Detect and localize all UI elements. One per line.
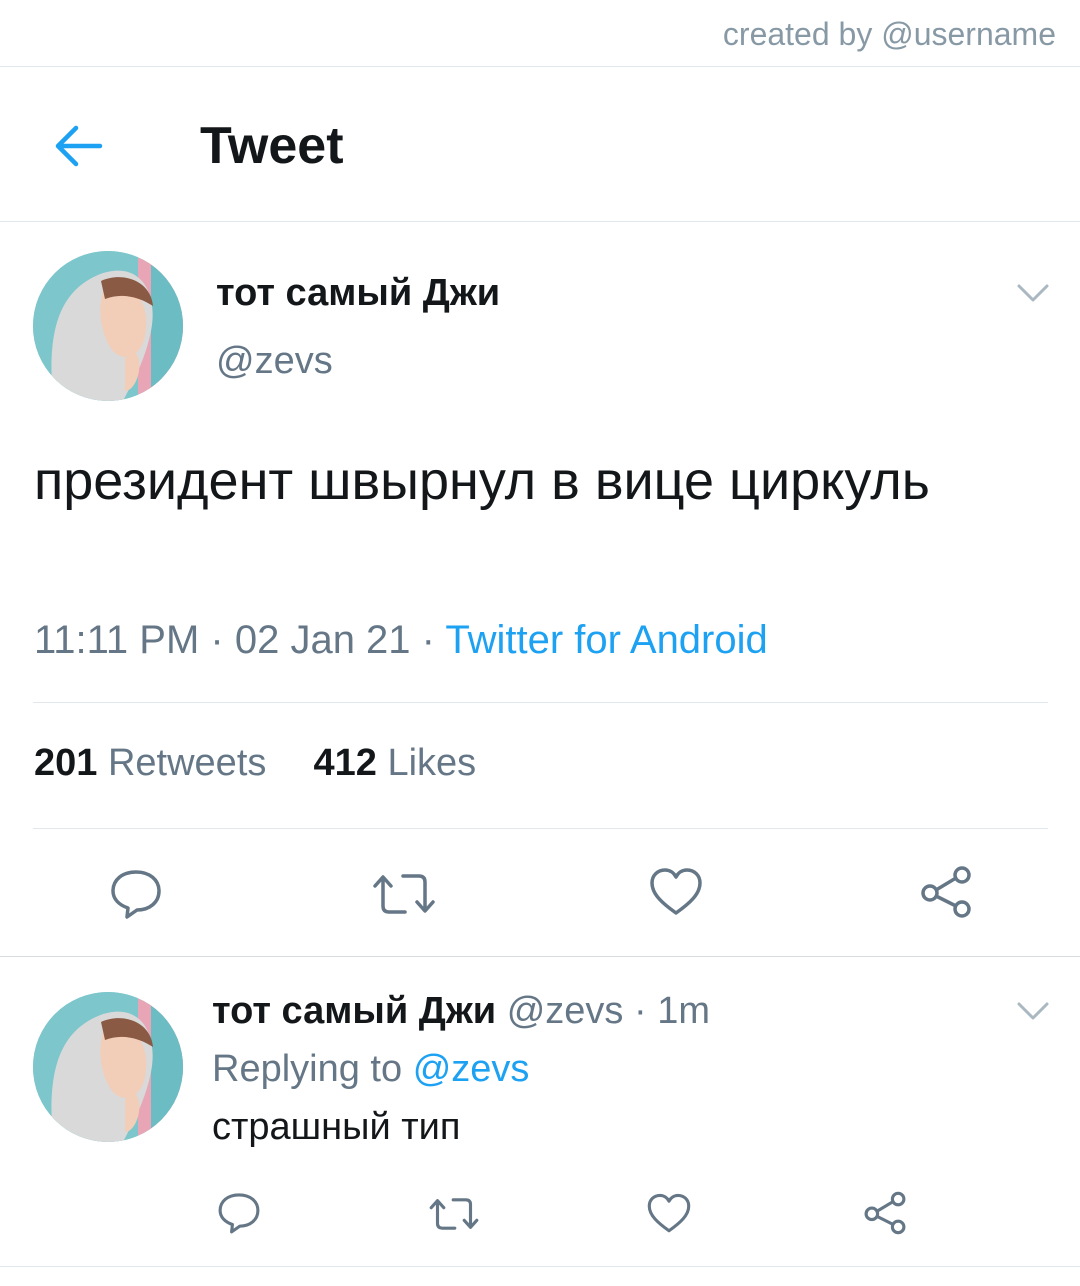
tweet-meta: 11:11 PM · 02 Jan 21 · Twitter for Andro…	[34, 618, 768, 663]
retweets-stat[interactable]: 201 Retweets	[34, 742, 266, 784]
replying-to-label: Replying to	[212, 1048, 403, 1090]
reply-header: тот самый Джи @zevs · 1m	[212, 990, 710, 1033]
retweets-count: 201	[34, 742, 98, 784]
reply-author-handle[interactable]: @zevs	[507, 990, 624, 1032]
meta-separator: ·	[421, 618, 446, 662]
share-icon[interactable]	[862, 1190, 908, 1236]
likes-stat[interactable]: 412 Likes	[314, 742, 477, 784]
meta-separator: ·	[633, 990, 647, 1032]
section-divider	[0, 956, 1080, 957]
tweet-date: 02 Jan 21	[234, 618, 411, 662]
heart-icon[interactable]	[646, 1192, 692, 1235]
reply-text: страшный тип	[212, 1106, 461, 1148]
chevron-down-icon[interactable]	[1016, 1000, 1050, 1022]
tweet-time: 11:11 PM	[34, 618, 200, 662]
meta-divider	[33, 702, 1048, 703]
header-divider	[0, 221, 1080, 222]
retweet-icon[interactable]	[371, 866, 437, 922]
retweet-icon[interactable]	[428, 1192, 480, 1236]
reply-age: 1m	[657, 990, 710, 1032]
likes-count: 412	[313, 742, 377, 784]
tweet-text: президент швырнул в вице циркуль	[34, 451, 930, 511]
reply-author-name[interactable]: тот самый Джи	[212, 990, 496, 1032]
author-handle[interactable]: @zevs	[216, 340, 333, 383]
replying-to-handle[interactable]: @zevs	[413, 1048, 530, 1090]
comment-icon[interactable]	[108, 866, 164, 922]
heart-icon[interactable]	[648, 866, 704, 918]
replying-to: Replying to @zevs	[212, 1048, 529, 1091]
chevron-down-icon[interactable]	[1016, 282, 1050, 304]
tweet-stats: 201 Retweets 412 Likes	[34, 742, 476, 785]
tweet-source-link[interactable]: Twitter for Android	[445, 618, 767, 662]
reply-avatar[interactable]	[33, 992, 183, 1142]
avatar[interactable]	[33, 251, 183, 401]
retweets-label: Retweets	[107, 742, 267, 784]
comment-icon[interactable]	[216, 1190, 262, 1236]
credit-text: created by @username	[722, 16, 1056, 52]
page-title: Tweet	[200, 117, 344, 175]
top-divider	[0, 66, 1080, 67]
bottom-divider	[0, 1266, 1080, 1267]
share-icon[interactable]	[918, 864, 974, 920]
meta-separator: ·	[210, 618, 235, 662]
author-name[interactable]: тот самый Джи	[216, 272, 500, 315]
arrow-left-icon[interactable]	[50, 122, 106, 170]
stats-divider	[33, 828, 1048, 829]
likes-label: Likes	[387, 742, 477, 784]
